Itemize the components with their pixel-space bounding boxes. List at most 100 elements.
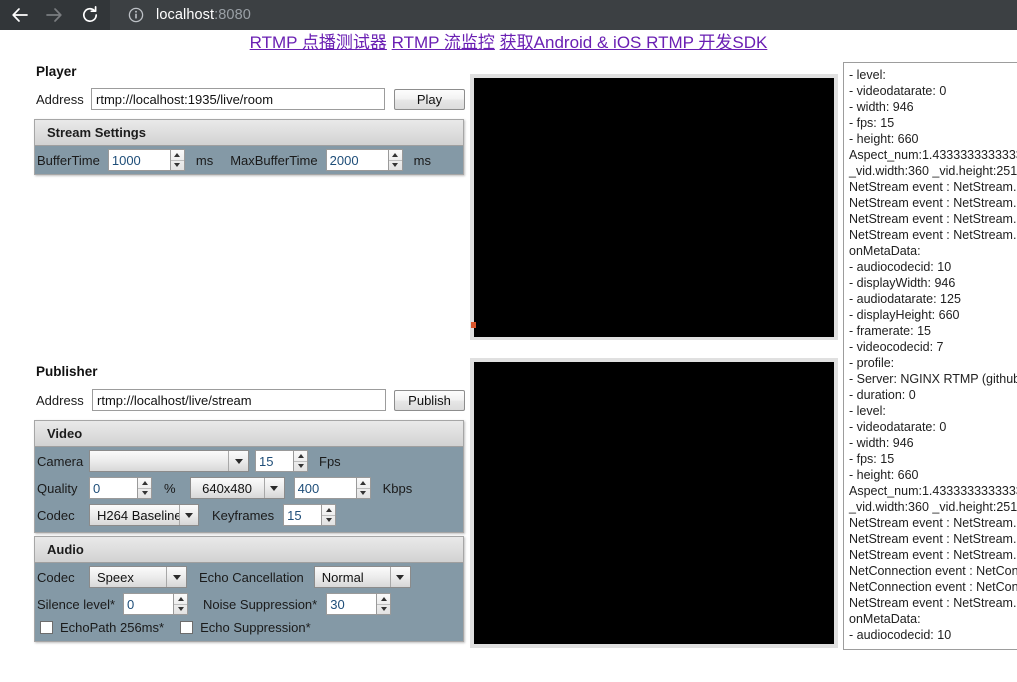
maxbuffertime-stepper[interactable]: [325, 149, 403, 171]
silence-level-label: Silence level*: [37, 596, 116, 612]
buffertime-arrows[interactable]: [169, 149, 185, 171]
keyframes-increment-icon[interactable]: [322, 505, 335, 515]
log-line: NetStream event : NetStream.Bu: [849, 212, 1017, 226]
play-button[interactable]: Play: [394, 89, 465, 110]
fps-increment-icon[interactable]: [294, 451, 307, 461]
link-get-sdk[interactable]: 获取Android & iOS RTMP 开发SDK: [500, 33, 768, 52]
silence-level-increment-icon[interactable]: [174, 594, 187, 604]
fps-stepper[interactable]: [255, 450, 308, 472]
resolution-select-value: 640x480: [202, 480, 252, 496]
silence-level-decrement-icon[interactable]: [174, 603, 188, 615]
address-bar[interactable]: localhost:8080: [110, 0, 1017, 30]
chevron-down-icon[interactable]: [178, 505, 198, 525]
log-line: NetStream event : NetStream.Bu: [849, 196, 1017, 210]
stream-indicator-marker: [471, 322, 476, 328]
silence-level-stepper[interactable]: [123, 593, 189, 615]
buffertime-increment-icon[interactable]: [171, 150, 184, 160]
player-address-input[interactable]: [91, 88, 385, 110]
log-line: - audiodatarate: 125: [849, 292, 961, 306]
audio-codec-select[interactable]: Speex: [89, 566, 187, 588]
bitrate-label: Kbps: [382, 480, 413, 496]
buffertime-input[interactable]: [107, 149, 170, 171]
fps-arrows[interactable]: [293, 450, 308, 472]
silence-level-input[interactable]: [123, 593, 174, 615]
noise-suppression-decrement-icon[interactable]: [377, 603, 391, 615]
maxbuffertime-input[interactable]: [325, 149, 388, 171]
quality-arrows[interactable]: [137, 477, 152, 499]
audio-codec-label: Codec: [37, 569, 75, 585]
quality-percent-label: %: [164, 480, 176, 496]
log-line: - videodatarate: 0: [849, 420, 947, 434]
event-log-panel[interactable]: - level: - videodatarate: 0 - width: 946 - …: [843, 62, 1017, 650]
noise-suppression-increment-icon[interactable]: [377, 594, 390, 604]
top-links-bar: RTMP 点播测试器 RTMP 流监控 获取Android & iOS RTMP…: [0, 32, 1017, 54]
maxbuffertime-increment-icon[interactable]: [389, 150, 402, 160]
quality-input[interactable]: [89, 477, 137, 499]
chevron-down-icon[interactable]: [389, 567, 410, 587]
video-codec-label: Codec: [37, 507, 75, 523]
log-line: _vid.width:360 _vid.height:251: [849, 164, 1017, 178]
noise-suppression-stepper[interactable]: [326, 593, 392, 615]
maxbuffertime-decrement-icon[interactable]: [388, 159, 402, 171]
noise-suppression-input[interactable]: [326, 593, 377, 615]
silence-level-arrows[interactable]: [173, 593, 189, 615]
reload-icon[interactable]: [76, 0, 104, 30]
echo-cancellation-label: Echo Cancellation: [199, 569, 304, 585]
player-section-title: Player: [36, 64, 77, 79]
keyframes-stepper[interactable]: [283, 504, 337, 526]
camera-select[interactable]: [89, 450, 249, 472]
quality-stepper[interactable]: [89, 477, 152, 499]
log-line: - videocodecid: 7: [849, 340, 944, 354]
page-root: localhost:8080 RTMP 点播测试器 RTMP 流监控 获取And…: [0, 0, 1017, 682]
bitrate-arrows[interactable]: [355, 477, 371, 499]
bitrate-increment-icon[interactable]: [357, 478, 370, 488]
buffertime-decrement-icon[interactable]: [170, 159, 184, 171]
echopath-checkbox[interactable]: [40, 621, 53, 634]
quality-decrement-icon[interactable]: [138, 487, 151, 499]
log-line: - Server: NGINX RTMP (github.: [849, 372, 1017, 386]
publisher-video-surface[interactable]: [474, 362, 834, 644]
bitrate-decrement-icon[interactable]: [356, 487, 370, 499]
log-line: - level:: [849, 404, 886, 418]
echopath-label: EchoPath 256ms*: [60, 620, 165, 635]
video-panel-header: Video: [35, 421, 463, 447]
maxbuffertime-unit: ms: [413, 152, 431, 168]
keyframes-arrows[interactable]: [321, 504, 337, 526]
bitrate-stepper[interactable]: [293, 477, 371, 499]
chevron-down-icon[interactable]: [166, 567, 186, 587]
video-codec-select[interactable]: H264 Baseline: [89, 504, 199, 526]
stream-settings-header: Stream Settings: [35, 120, 463, 146]
bitrate-input[interactable]: [293, 477, 356, 499]
fps-input[interactable]: [255, 450, 293, 472]
noise-suppression-arrows[interactable]: [376, 593, 392, 615]
publisher-address-label: Address: [36, 393, 84, 408]
maxbuffertime-arrows[interactable]: [387, 149, 403, 171]
forward-icon[interactable]: [40, 0, 68, 30]
log-line: NetConnection event : NetConne: [849, 564, 1017, 578]
back-icon[interactable]: [6, 0, 34, 30]
keyframes-decrement-icon[interactable]: [322, 514, 336, 526]
link-rtmp-vod-tester[interactable]: RTMP 点播测试器: [250, 33, 387, 52]
info-circle-icon[interactable]: [128, 7, 144, 23]
video-settings-panel: Video Camera Fps Quality: [34, 420, 464, 533]
audio-panel-body: Codec Speex Echo Cancellation Normal Sil…: [35, 563, 463, 642]
buffertime-stepper[interactable]: [107, 149, 185, 171]
log-line: Aspect_num:1.43333333333333: [849, 484, 1017, 498]
player-video-surface[interactable]: [474, 78, 834, 337]
chevron-down-icon[interactable]: [228, 451, 248, 471]
link-rtmp-stream-monitor[interactable]: RTMP 流监控: [392, 33, 495, 52]
publisher-address-input[interactable]: [92, 389, 386, 411]
log-line: - width: 946: [849, 100, 914, 114]
echo-suppression-checkbox[interactable]: [180, 621, 194, 634]
fps-decrement-icon[interactable]: [294, 460, 307, 472]
log-line: - framerate: 15: [849, 324, 931, 338]
log-line: NetStream event : NetStream.Pl: [849, 596, 1017, 610]
keyframes-input[interactable]: [283, 504, 322, 526]
resolution-select[interactable]: 640x480: [189, 477, 285, 499]
echo-cancellation-select[interactable]: Normal: [313, 566, 411, 588]
camera-label: Camera: [37, 453, 84, 469]
publish-button[interactable]: Publish: [394, 390, 465, 411]
log-line: - duration: 0: [849, 388, 916, 402]
chevron-down-icon[interactable]: [263, 478, 284, 498]
quality-increment-icon[interactable]: [138, 478, 151, 488]
